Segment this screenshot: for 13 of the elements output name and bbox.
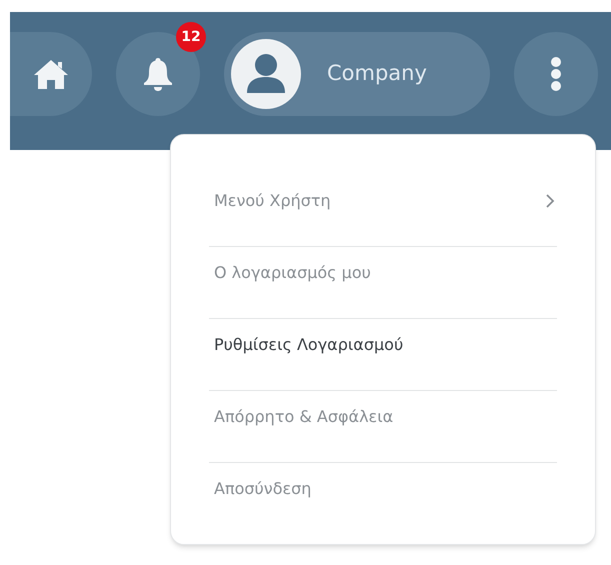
more-icon (550, 56, 562, 92)
notification-badge: 12 (176, 22, 206, 52)
home-button[interactable] (10, 32, 92, 116)
avatar-icon (231, 39, 301, 109)
profile-button[interactable]: Company (224, 32, 490, 116)
menu-item[interactable]: Απόρρητο & Ασφάλεια (209, 405, 557, 429)
menu-item[interactable]: Μενού Χρήστη (209, 189, 557, 213)
bell-icon (143, 56, 173, 92)
menu-item[interactable]: Ρυθμίσεις Λογαριασμού (209, 333, 557, 357)
menu-item[interactable]: Αποσύνδεση (209, 477, 557, 501)
menu-item[interactable]: Ο λογαριασμός μου (209, 261, 557, 285)
chevron-right-icon (545, 193, 555, 209)
home-icon (33, 58, 69, 90)
